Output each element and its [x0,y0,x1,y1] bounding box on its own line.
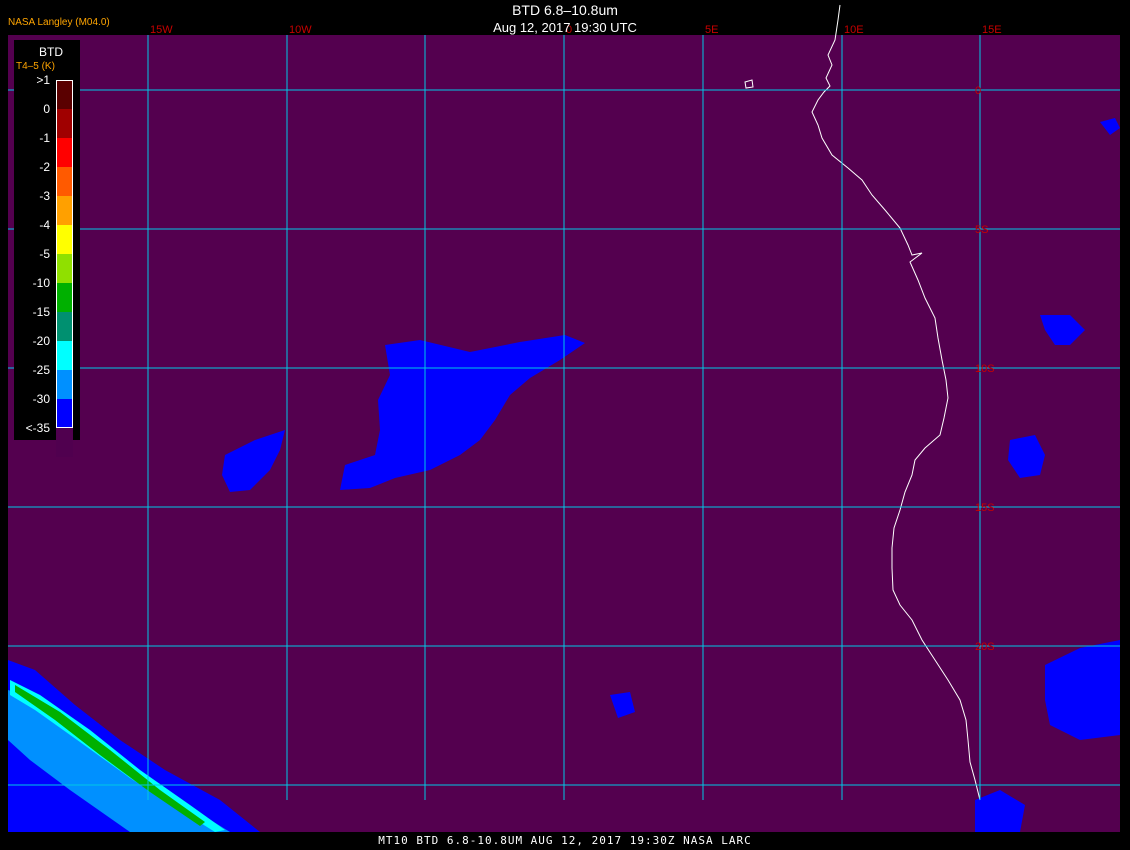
legend-label: -15 [32,305,50,319]
legend-label: -25 [32,363,50,377]
legend-label: -4 [39,218,50,232]
legend-label: -3 [39,189,50,203]
legend-label: -30 [32,392,50,406]
legend-swatch [56,283,73,312]
legend-swatch [56,225,73,254]
legend-swatch [56,196,73,225]
legend-swatch [56,312,73,341]
latitude-label: 15S [975,502,995,514]
legend-label: -20 [32,334,50,348]
legend-swatch [56,138,73,167]
color-legend: BTD T4–5 (K) >1 0 -1 -2 -3 -4 -5 -10 -15 -20 -25 -3… [14,40,80,457]
legend-label: >1 [36,73,50,87]
legend-label: -5 [39,247,50,261]
legend-swatch [56,341,73,370]
legend-label: -1 [39,131,50,145]
legend-units: T4–5 (K) [16,61,55,72]
legend-label: <-35 [25,421,50,435]
latitude-label: 10S [975,363,995,375]
latitude-label: 5S [975,224,988,236]
legend-label: 0 [43,102,50,116]
image-title: BTD 6.8–10.8um [512,2,618,18]
footer-caption: MT10 BTD 6.8-10.8UM AUG 12, 2017 19:30Z … [378,834,752,847]
legend-swatch [56,399,73,428]
latitude-label: 0 [975,85,981,97]
legend-swatch [56,254,73,283]
satellite-map: 15W 10W 0 5E 10E 15E05S10S15S20S [8,4,1120,832]
legend-swatch [56,370,73,399]
legend-label: -10 [32,276,50,290]
legend-swatch [56,428,73,457]
legend-label: -2 [39,160,50,174]
legend-swatch [56,80,73,109]
latitude-label: 20S [975,641,995,653]
producer-label: NASA Langley (M04.0) [8,17,110,28]
legend-swatch [56,167,73,196]
image-timestamp: Aug 12, 2017 19:30 UTC [493,20,637,35]
legend-title: BTD [39,45,63,59]
legend-swatch [56,109,73,138]
